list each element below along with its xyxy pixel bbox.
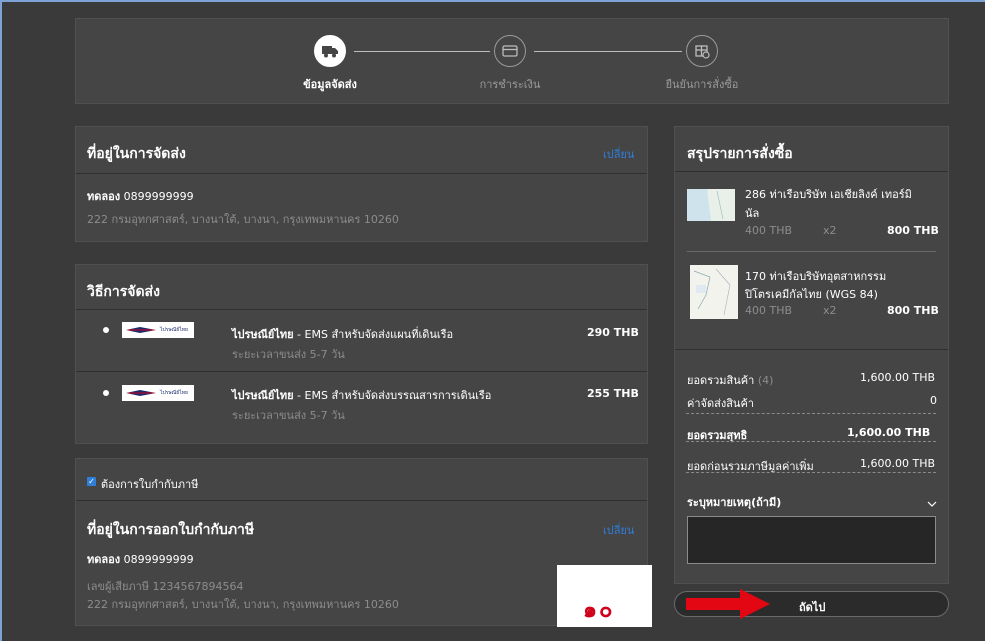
note-textarea[interactable]: [687, 516, 936, 564]
panel-title: ที่อยู่ในการออกใบกำกับภาษี: [87, 522, 255, 538]
chart-thumbnail: [690, 265, 738, 319]
shipping-option-title: ไปรษณีย์ไทย - EMS สำหรับจัดส่งบรรณสารการ…: [232, 386, 491, 404]
red-arrow-annotation: [686, 589, 770, 619]
tax-recipient-line: ทดลอง 0899999999: [87, 550, 194, 568]
divider: [76, 500, 647, 501]
annotation-number: ๑๐: [583, 598, 615, 623]
panel-title: ที่อยู่ในการจัดส่ง: [87, 146, 186, 162]
subtotal-value: 1,600.00 THB: [860, 371, 936, 384]
panel-title: สรุปรายการสั่งซื้อ: [687, 146, 793, 162]
checkout-steps: ข้อมูลจัดส่ง การชำระเงิน ยืนยันการสั่งซื…: [75, 18, 949, 104]
recipient-name: ทดลอง: [87, 190, 121, 203]
item-name-cont: ปิโตรเคมีกัลไทย (WGS 84): [745, 288, 878, 301]
subtotal-label: ยอดรวมสินค้า (4): [687, 371, 773, 389]
change-tax-address-link[interactable]: เปลี่ยน: [603, 521, 634, 539]
pre-vat-value: 1,600.00 THB: [860, 457, 936, 470]
window-border-left: [0, 0, 2, 641]
tax-recipient-phone: 0899999999: [123, 553, 194, 566]
shipping-method-panel: วิธีการจัดส่ง ไปรษณีย์ไทย ไปรษณีย์ไทย - …: [75, 264, 648, 444]
logo-text: ไปรษณีย์ไทย: [160, 390, 188, 396]
subtotal-label-text: ยอดรวมสินค้า: [687, 374, 755, 387]
item-unit-price: 400 THB: [745, 304, 793, 317]
shipping-price: 290 THB: [587, 326, 639, 339]
item-total: 800 THB: [887, 224, 939, 237]
logo-text: ไปรษณีย์ไทย: [160, 327, 188, 333]
item-name: 170 ท่าเรือบริษัทอุตสาหกรรม: [745, 270, 887, 283]
radio-button[interactable]: [103, 327, 109, 333]
divider: [687, 251, 936, 252]
change-shipping-address-link[interactable]: เปลี่ยน: [603, 145, 634, 163]
item-unit-price: 400 THB: [745, 224, 793, 237]
window-border-top: [0, 0, 985, 2]
radio-button[interactable]: [103, 390, 109, 396]
shipping-fee-value: 0: [930, 394, 937, 407]
recipient-phone: 0899999999: [123, 190, 194, 203]
recipient-line: ทดลอง 0899999999: [87, 187, 194, 205]
divider: [76, 173, 647, 174]
shipping-address-text: 222 กรมอุทกศาสตร์, บางนาใต้, บางนา, กรุง…: [87, 213, 399, 226]
shipping-price: 255 THB: [587, 387, 639, 400]
net-total-value: 1,600.00 THB: [847, 426, 931, 439]
order-summary-panel: สรุปรายการสั่งซื้อ 286 ท่าเรือบริษัท เอเ…: [674, 126, 949, 584]
shipping-address-panel: ที่อยู่ในการจัดส่ง เปลี่ยน ทดลอง 0899999…: [75, 126, 648, 242]
tax-recipient-name: ทดลอง: [87, 553, 121, 566]
step-label-confirm[interactable]: ยืนยันการสั่งซื้อ: [642, 75, 762, 93]
subtotal-count: (4): [757, 374, 774, 387]
step-label-shipping-info[interactable]: ข้อมูลจัดส่ง: [270, 75, 390, 93]
tax-invoice-checkbox[interactable]: ✓: [87, 477, 96, 486]
dashed-divider: [686, 441, 936, 442]
item-qty: x2: [823, 224, 837, 237]
divider: [675, 171, 948, 172]
note-label[interactable]: ระบุหมายเหตุ(ถ้ามี): [687, 493, 781, 511]
truck-icon[interactable]: [314, 35, 346, 67]
credit-card-icon[interactable]: [494, 35, 526, 67]
box-check-icon[interactable]: [686, 35, 718, 67]
next-button-label: ถัดไป: [799, 601, 826, 614]
tax-invoice-checkbox-label[interactable]: ต้องการใบกำกับภาษี: [101, 475, 198, 493]
chevron-down-icon[interactable]: [927, 493, 937, 512]
divider: [675, 349, 948, 350]
item-name: 286 ท่าเรือบริษัท เอเชียลิงค์ เทอร์มิ: [745, 188, 912, 201]
item-qty: x2: [823, 304, 837, 317]
dashed-divider: [686, 472, 936, 473]
item-name-cont: นัล: [745, 207, 760, 220]
carrier-name: ไปรษณีย์ไทย: [232, 328, 294, 341]
step-label-payment[interactable]: การชำระเงิน: [450, 75, 570, 93]
tax-id-text: เลขผู้เสียภาษี 1234567894564: [87, 580, 244, 593]
tax-address-text: 222 กรมอุทกศาสตร์, บางนาใต้, บางนา, กรุง…: [87, 598, 399, 611]
item-total: 800 THB: [887, 304, 939, 317]
shipping-option-title: ไปรษณีย์ไทย - EMS สำหรับจัดส่งแผนที่เดิน…: [232, 325, 453, 343]
step-connector: [534, 51, 682, 52]
carrier-name: ไปรษณีย์ไทย: [232, 389, 294, 402]
option-desc: - EMS สำหรับจัดส่งบรรณสารการเดินเรือ: [293, 389, 492, 402]
option-desc: - EMS สำหรับจัดส่งแผนที่เดินเรือ: [293, 328, 454, 341]
thailand-post-logo: ไปรษณีย์ไทย: [122, 385, 194, 401]
shipping-fee-label: ค่าจัดส่งสินค้า: [687, 397, 754, 410]
step-connector: [354, 51, 490, 52]
dashed-divider: [686, 413, 936, 414]
delivery-duration: ระยะเวลาขนส่ง 5-7 วัน: [232, 348, 345, 361]
panel-title: วิธีการจัดส่ง: [87, 284, 160, 300]
delivery-duration: ระยะเวลาขนส่ง 5-7 วัน: [232, 409, 345, 422]
divider: [76, 309, 647, 310]
chart-thumbnail: [687, 189, 735, 221]
thailand-post-logo: ไปรษณีย์ไทย: [122, 322, 194, 338]
divider: [76, 371, 647, 372]
